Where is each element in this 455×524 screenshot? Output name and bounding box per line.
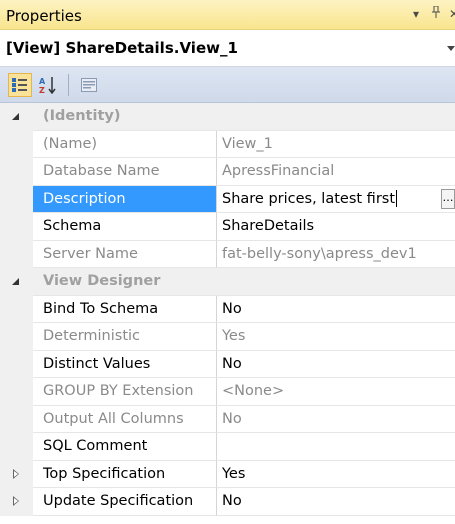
category-label: (Identity) <box>33 103 455 131</box>
selected-object-name: [View] ShareDetails.View_1 <box>6 39 238 57</box>
property-row-deterministic[interactable]: Deterministic Yes <box>0 323 455 351</box>
property-name: Distinct Values <box>33 350 217 378</box>
pin-icon[interactable] <box>429 5 443 21</box>
description-input-text[interactable]: Share prices, latest first <box>222 191 395 207</box>
svg-text:A: A <box>39 77 46 86</box>
property-row-name[interactable]: (Name) View_1 <box>0 130 455 158</box>
property-value: Yes <box>217 323 455 351</box>
property-value: fat-belly-sony\apress_dev1 <box>217 241 455 268</box>
property-row-bind-to-schema[interactable]: Bind To Schema No <box>0 295 455 323</box>
close-icon[interactable]: ✕ <box>449 7 455 21</box>
property-row-server-name[interactable]: Server Name fat-belly-sony\apress_dev1 <box>0 240 455 268</box>
category-gutter <box>0 103 33 131</box>
expand-icon[interactable] <box>13 496 19 506</box>
property-value[interactable] <box>217 433 455 461</box>
alphabetical-icon: A Z <box>39 76 56 94</box>
dropdown-icon[interactable]: ▾ <box>409 7 423 21</box>
property-name: (Name) <box>33 130 217 158</box>
property-name: Schema <box>33 213 217 241</box>
property-row-sql-comment[interactable]: SQL Comment <box>0 433 455 461</box>
property-name: Database Name <box>33 158 217 186</box>
property-row-top-specification[interactable]: Top Specification Yes <box>0 460 455 488</box>
property-row-distinct-values[interactable]: Distinct Values No <box>0 350 455 378</box>
chevron-down-icon[interactable] <box>447 39 455 57</box>
property-value[interactable]: ShareDetails <box>217 213 455 241</box>
collapse-icon[interactable] <box>12 278 19 285</box>
property-value: View_1 <box>217 131 455 158</box>
categorized-icon <box>12 77 27 92</box>
property-name: Bind To Schema <box>33 295 217 323</box>
property-name: GROUP BY Extension <box>33 378 217 406</box>
property-name: Description <box>33 185 217 213</box>
property-value: ApressFinancial <box>217 158 455 186</box>
property-name: Deterministic <box>33 323 217 351</box>
property-name: Top Specification <box>33 460 217 488</box>
collapse-icon[interactable] <box>12 113 19 120</box>
property-row-database-name[interactable]: Database Name ApressFinancial <box>0 158 455 186</box>
property-grid: (Identity) (Name) View_1 Database Name A… <box>0 103 455 516</box>
category-identity[interactable]: (Identity) <box>0 103 455 131</box>
categorized-button[interactable] <box>8 72 32 97</box>
properties-title-bar: Properties ▾ ✕ <box>0 0 455 30</box>
property-value[interactable]: No <box>217 351 455 378</box>
property-row-description[interactable]: Description Share prices, latest first … <box>0 185 455 213</box>
window-title: Properties <box>6 7 82 25</box>
object-selector[interactable]: [View] ShareDetails.View_1 <box>0 30 455 67</box>
property-pages-icon <box>81 77 97 92</box>
category-view-designer[interactable]: View Designer <box>0 268 455 296</box>
text-caret <box>396 190 398 207</box>
description-editor[interactable]: Share prices, latest first … <box>217 186 455 213</box>
ellipsis-button[interactable]: … <box>441 188 455 209</box>
property-row-schema[interactable]: Schema ShareDetails <box>0 213 455 241</box>
property-value[interactable]: No <box>217 488 455 516</box>
svg-text:Z: Z <box>39 86 45 94</box>
property-value[interactable]: No <box>217 296 455 323</box>
properties-toolbar: A Z <box>0 67 455 103</box>
property-name: Output All Columns <box>33 405 217 433</box>
property-name: Update Specification <box>33 488 217 516</box>
title-bar-buttons: ▾ ✕ <box>409 5 455 21</box>
category-gutter <box>0 268 33 296</box>
alphabetical-button[interactable]: A Z <box>36 73 60 97</box>
property-row-output-all-columns[interactable]: Output All Columns No <box>0 405 455 433</box>
category-label: View Designer <box>33 268 455 296</box>
property-row-update-specification[interactable]: Update Specification No <box>0 488 455 516</box>
property-pages-button[interactable] <box>77 73 101 97</box>
property-name: SQL Comment <box>33 433 217 461</box>
property-name: Server Name <box>33 240 217 268</box>
property-value[interactable]: Yes <box>217 461 455 488</box>
property-value: <None> <box>217 378 455 406</box>
property-row-group-by-extension[interactable]: GROUP BY Extension <None> <box>0 378 455 406</box>
property-value: No <box>217 406 455 433</box>
expand-icon[interactable] <box>13 468 19 479</box>
toolbar-separator <box>68 73 69 96</box>
